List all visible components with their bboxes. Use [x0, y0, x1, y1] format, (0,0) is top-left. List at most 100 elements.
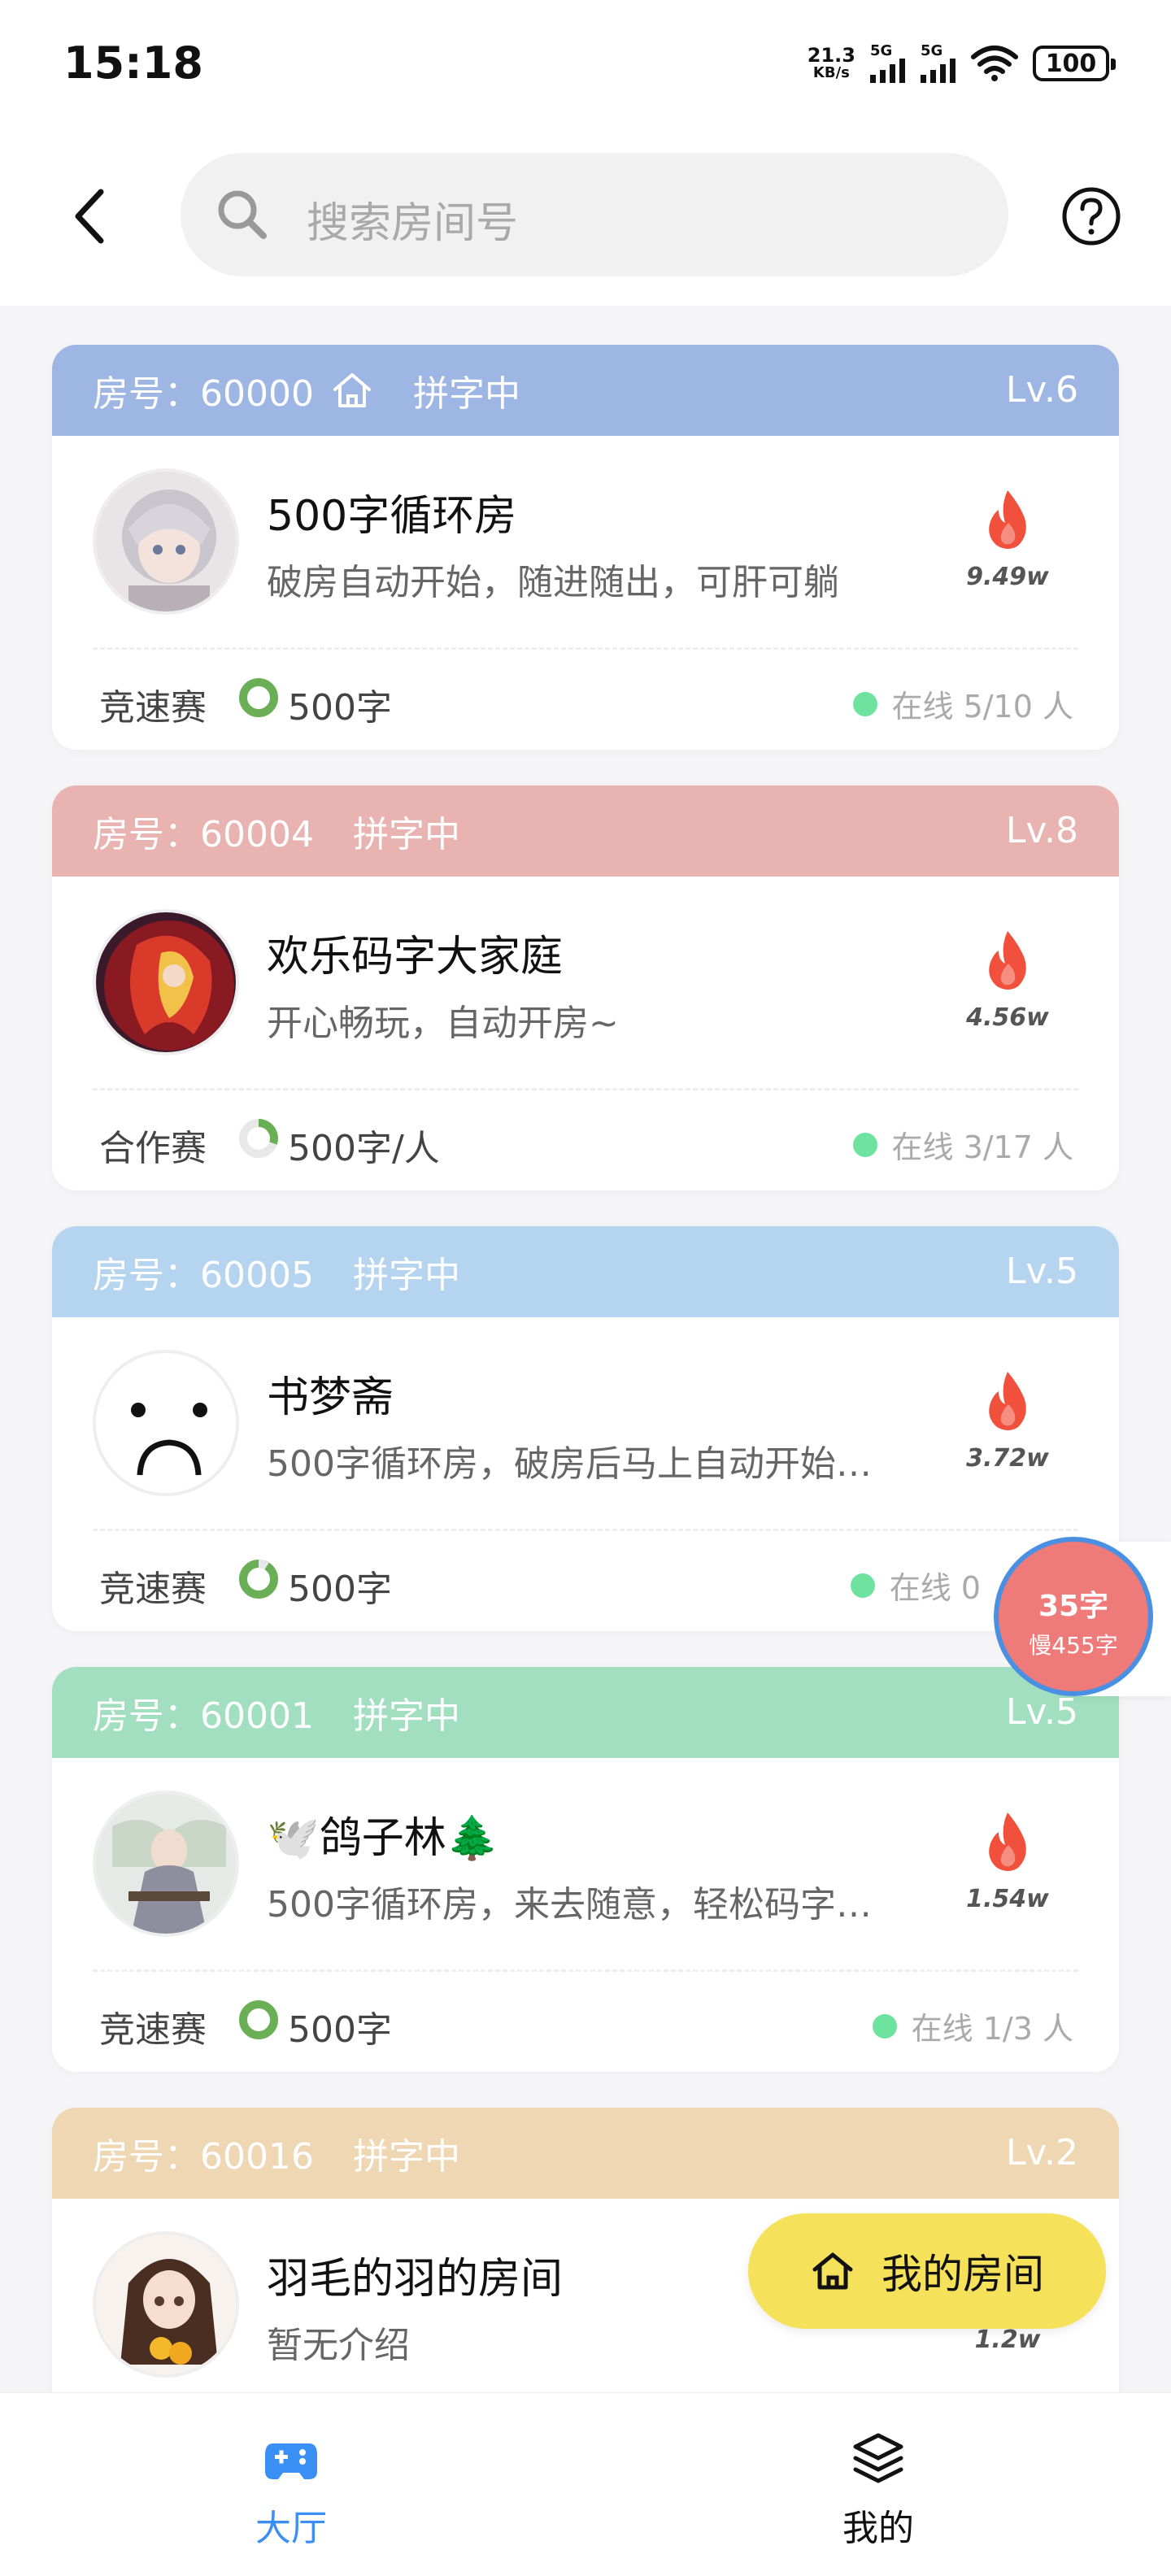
- nav-lobby[interactable]: 大厅: [169, 2393, 413, 2576]
- room-level: Lv.2: [1005, 2132, 1078, 2174]
- avatar: [93, 1350, 239, 1496]
- gamepad-icon: [265, 2443, 317, 2479]
- popularity-value: 1.2w: [974, 2326, 1041, 2354]
- room-level: Lv.6: [1005, 369, 1078, 411]
- room-card[interactable]: 房号：60000 拼字中 Lv.6 500字循环房 破房自动开始，随进随出，可肝…: [52, 345, 1119, 750]
- battery-indicator: 100: [1033, 46, 1116, 81]
- room-description: 开心畅玩，自动开房~: [267, 1003, 619, 1044]
- progress-ring-icon: [239, 1119, 278, 1158]
- room-card[interactable]: 房号：60005 拼字中 Lv.5 书梦斋 500字循环房，破房后马上自动开始……: [52, 1226, 1119, 1631]
- avatar: [93, 468, 239, 615]
- popularity-value: 3.72w: [966, 1444, 1049, 1473]
- room-state: 拼字中: [352, 814, 460, 855]
- signal-2: 5G: [921, 44, 956, 83]
- flame-icon: [989, 1812, 1026, 1871]
- typed-count: 35字: [1038, 1590, 1109, 1623]
- my-room-label: 我的房间: [882, 2251, 1044, 2298]
- progress-ring-icon: [239, 1560, 278, 1599]
- popularity-value: 4.56w: [966, 1003, 1049, 1032]
- room-card[interactable]: 房号：60001 拼字中 Lv.5 🕊️鸽子林🌲 500字循环房，来去随意，轻松…: [52, 1667, 1119, 2072]
- game-mode: 竞速赛: [99, 1569, 207, 1610]
- game-mode: 竞速赛: [99, 687, 207, 729]
- room-name: 羽毛的羽的房间: [267, 2255, 564, 2304]
- room-card-header: 房号：60005 拼字中 Lv.5: [52, 1226, 1119, 1317]
- progress-ring-icon: [239, 678, 278, 717]
- flame-icon: [989, 931, 1026, 990]
- net-speed-value: 21.3: [807, 44, 855, 67]
- typing-progress-badge[interactable]: 35字 慢455字: [994, 1537, 1153, 1696]
- home-icon: [812, 2252, 853, 2290]
- room-state: 拼字中: [352, 1255, 460, 1296]
- search-placeholder: 搜索房间号: [307, 199, 519, 248]
- signal-2-label: 5G: [921, 42, 943, 59]
- game-mode: 竞速赛: [99, 2009, 207, 2051]
- online-count: 在线 5/10 人: [891, 689, 1074, 724]
- game-mode: 合作赛: [99, 1128, 207, 1169]
- nav-mine[interactable]: 我的: [756, 2393, 1000, 2576]
- word-goal: 500字: [288, 687, 392, 729]
- status-bar: 15:18 21.3 KB/s 5G 5G 100: [0, 0, 1171, 127]
- room-name: 🕊️鸽子林🌲: [267, 1814, 499, 1863]
- online-dot-icon: [852, 1132, 877, 1157]
- divider: [93, 647, 1078, 650]
- help-icon[interactable]: [1059, 184, 1124, 249]
- room-state: 拼字中: [352, 1695, 460, 1737]
- online-status: 在线 3/17 人: [852, 1122, 1074, 1167]
- room-card-header: 房号：60004 拼字中 Lv.8: [52, 785, 1119, 877]
- room-number: 房号：60005: [93, 1255, 314, 1296]
- online-status: 在线 0: [850, 1563, 981, 1608]
- room-level: Lv.5: [1005, 1691, 1078, 1733]
- room-state: 拼字中: [412, 373, 520, 415]
- signal-bars-icon: [870, 59, 905, 83]
- word-goal: 500字/人: [288, 1128, 440, 1169]
- net-speed-unit: KB/s: [812, 64, 850, 81]
- wifi-icon: [971, 46, 1018, 81]
- header: 搜索房间号: [0, 127, 1171, 306]
- online-status: 在线 1/3 人: [872, 2004, 1073, 2048]
- signal-bars-icon: [921, 59, 956, 83]
- avatar: [93, 2231, 239, 2378]
- online-dot-icon: [872, 2013, 897, 2039]
- my-room-button[interactable]: 我的房间: [748, 2213, 1106, 2329]
- room-number: 房号：60001: [93, 1695, 314, 1737]
- room-number: 房号：60000: [93, 373, 314, 415]
- word-goal: 500字: [288, 2009, 392, 2051]
- online-count: 在线 0: [889, 1570, 981, 1606]
- divider: [93, 1088, 1078, 1090]
- flame-icon: [989, 1372, 1026, 1430]
- home-icon: [333, 373, 371, 407]
- word-goal: 500字: [288, 1569, 392, 1610]
- bottom-nav: 大厅 我的: [0, 2392, 1171, 2576]
- behind-count: 慢455字: [1029, 1632, 1118, 1659]
- room-card-header: 房号：60016 拼字中 Lv.2: [52, 2108, 1119, 2199]
- progress-ring-icon: [239, 2000, 278, 2039]
- nav-mine-label: 我的: [842, 2508, 914, 2549]
- online-dot-icon: [852, 691, 877, 716]
- search-icon: [218, 190, 267, 239]
- room-level: Lv.8: [1005, 810, 1078, 851]
- avatar: [93, 1791, 239, 1937]
- room-name: 500字循环房: [267, 492, 517, 541]
- room-description: 500字循环房，来去随意，轻松码字…: [267, 1884, 872, 1925]
- popularity-value: 9.49w: [966, 563, 1049, 591]
- room-level: Lv.5: [1005, 1251, 1078, 1292]
- nav-lobby-label: 大厅: [255, 2508, 327, 2549]
- status-icons: 21.3 KB/s 5G 5G 100: [808, 39, 1116, 88]
- divider: [93, 1969, 1078, 1972]
- online-dot-icon: [850, 1573, 875, 1598]
- back-arrow-icon[interactable]: [63, 184, 120, 249]
- room-description: 破房自动开始，随进随出，可肝可躺: [267, 562, 839, 603]
- popularity-value: 1.54w: [966, 1885, 1049, 1913]
- room-card-header: 房号：60000 拼字中 Lv.6: [52, 345, 1119, 436]
- room-card[interactable]: 房号：60004 拼字中 Lv.8 欢乐码字大家庭 开心畅玩，自动开房~ 4.5…: [52, 785, 1119, 1190]
- online-count: 在线 3/17 人: [891, 1129, 1074, 1165]
- room-state: 拼字中: [352, 2136, 460, 2178]
- flame-icon: [989, 490, 1026, 549]
- online-status: 在线 5/10 人: [852, 681, 1074, 726]
- signal-1-label: 5G: [870, 42, 893, 59]
- status-time: 15:18: [63, 37, 203, 89]
- network-speed: 21.3 KB/s: [808, 46, 855, 81]
- room-name: 书梦斋: [267, 1373, 394, 1422]
- search-input[interactable]: 搜索房间号: [181, 153, 1008, 276]
- divider: [93, 1529, 1078, 1531]
